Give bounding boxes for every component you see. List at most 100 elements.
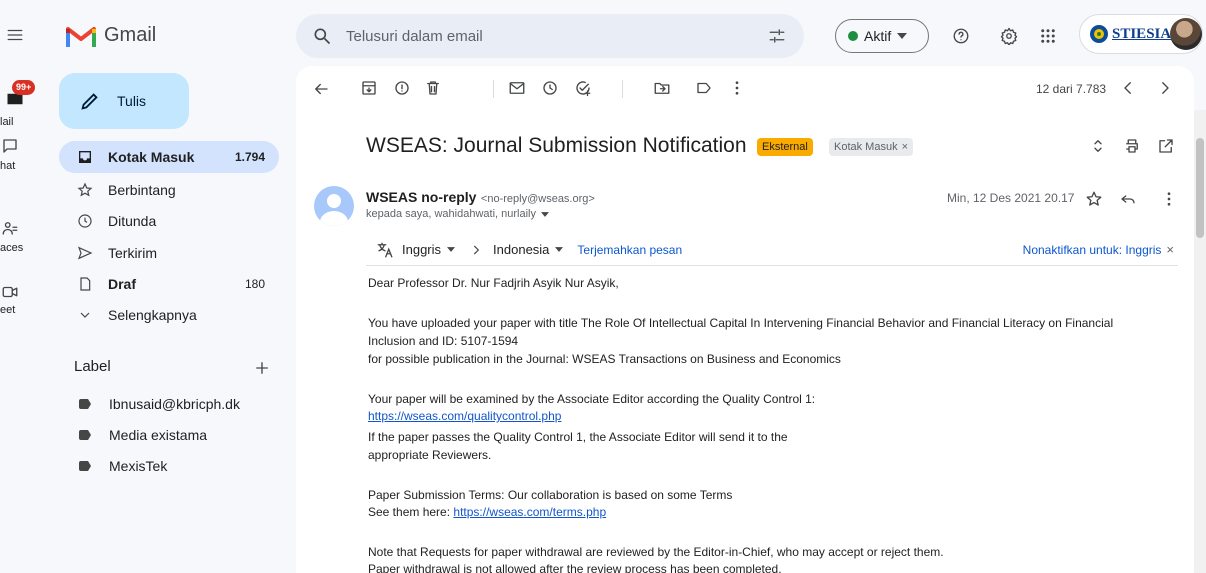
- pagination-text: 12 dari 7.783: [1036, 82, 1107, 96]
- rail-label-chat[interactable]: hat: [0, 160, 26, 172]
- avatar[interactable]: [1170, 18, 1202, 50]
- recipients: kepada saya, wahidahwati, nurlaily: [366, 208, 536, 220]
- meet-icon[interactable]: [0, 282, 20, 302]
- label-item[interactable]: MexisTek: [59, 450, 167, 482]
- rail-label-mail[interactable]: lail: [0, 116, 26, 128]
- spaces-icon[interactable]: [0, 218, 20, 238]
- print-icon[interactable]: [1123, 137, 1141, 155]
- rail-label-meet[interactable]: eet: [0, 304, 26, 316]
- chevron-right-icon[interactable]: [1156, 79, 1174, 97]
- scrollbar-thumb[interactable]: [1196, 138, 1204, 238]
- sender-avatar[interactable]: [314, 186, 354, 226]
- disable-translate-link[interactable]: Nonaktifkan untuk: Inggris: [1023, 243, 1162, 257]
- arrow-right-icon: [473, 245, 480, 254]
- nav-sent[interactable]: Terkirim: [59, 237, 279, 269]
- remove-label-icon[interactable]: ×: [902, 141, 908, 153]
- nav-count: 1.794: [234, 150, 265, 164]
- scrollbar[interactable]: [1194, 110, 1206, 573]
- help-icon[interactable]: [950, 25, 972, 47]
- source-language[interactable]: Inggris: [402, 242, 441, 257]
- body-line: Note that Requests for paper withdrawal …: [368, 545, 944, 559]
- reply-icon[interactable]: [1119, 190, 1137, 208]
- search-bar[interactable]: Telusuri dalam email: [296, 14, 804, 58]
- body-line: Your paper will be examined by the Assoc…: [368, 392, 816, 406]
- caret-down-icon: [897, 33, 908, 39]
- status-label: Aktif: [864, 28, 892, 44]
- snooze-clock-icon[interactable]: [540, 78, 560, 98]
- terms-prefix: See them here:: [368, 505, 454, 519]
- email-subject: WSEAS: Journal Submission Notification: [366, 134, 747, 157]
- more-options-icon[interactable]: [1160, 190, 1178, 208]
- account-name: STIESIA: [1112, 26, 1172, 42]
- translate-message-link[interactable]: Terjemahkan pesan: [577, 243, 682, 257]
- nav-label: Terkirim: [108, 245, 157, 261]
- main-menu-icon[interactable]: [4, 24, 26, 46]
- source-caret-icon: [447, 247, 456, 252]
- translate-bar: Inggris Indonesia Terjemahkan pesan Nona…: [366, 234, 1178, 266]
- external-chip: Eksternal: [757, 138, 813, 156]
- draft-icon: [80, 277, 91, 291]
- clock-icon: [78, 214, 92, 228]
- stiesia-logo-icon: [1090, 25, 1108, 43]
- chat-icon[interactable]: [0, 136, 20, 156]
- compose-label: Tulis: [117, 93, 147, 109]
- body-line: for possible publication in the Journal:…: [368, 352, 841, 366]
- inbox-label-chip[interactable]: Kotak Masuk ×: [829, 138, 914, 156]
- nav-starred[interactable]: Berbintang: [59, 174, 279, 206]
- translate-icon: [377, 242, 393, 257]
- open-new-window-icon[interactable]: [1157, 137, 1175, 155]
- label-tag-icon: [79, 430, 91, 440]
- chevron-left-icon[interactable]: [1119, 79, 1137, 97]
- move-to-icon[interactable]: [652, 78, 672, 98]
- archive-icon[interactable]: [359, 78, 379, 98]
- add-task-icon[interactable]: [573, 78, 593, 98]
- close-translate-icon[interactable]: ×: [1166, 242, 1174, 257]
- star-toggle-icon[interactable]: [1085, 190, 1103, 208]
- target-language[interactable]: Indonesia: [493, 242, 549, 257]
- label-item[interactable]: Media existama: [59, 419, 207, 451]
- inbox-chip-label: Kotak Masuk: [834, 141, 898, 153]
- trash-icon[interactable]: [423, 78, 443, 98]
- report-spam-icon[interactable]: [392, 78, 412, 98]
- labels-heading: Label: [74, 358, 111, 375]
- terms-link[interactable]: https://wseas.com/terms.php: [453, 505, 606, 519]
- nav-drafts[interactable]: Draf 180: [59, 268, 279, 300]
- recipients-line[interactable]: kepada saya, wahidahwati, nurlaily: [366, 208, 549, 220]
- nav-more[interactable]: Selengkapnya: [59, 299, 279, 331]
- add-label-icon[interactable]: [252, 358, 272, 378]
- avatar-head: [327, 194, 341, 208]
- search-options-icon[interactable]: [766, 25, 788, 47]
- body-line: You have uploaded your paper with title …: [368, 316, 1114, 330]
- label-tag-icon: [79, 461, 91, 471]
- mark-unread-icon[interactable]: [507, 78, 527, 98]
- compose-button[interactable]: Tulis: [59, 73, 189, 129]
- nav-count: 180: [244, 277, 265, 291]
- unread-badge: 99+: [12, 80, 36, 95]
- back-arrow-icon[interactable]: [310, 78, 332, 100]
- label-icon[interactable]: [694, 78, 714, 98]
- gmail-logo[interactable]: Gmail: [66, 24, 156, 47]
- target-caret-icon: [555, 247, 564, 252]
- quality-control-link[interactable]: https://wseas.com/qualitycontrol.php: [368, 407, 561, 425]
- search-placeholder: Telusuri dalam email: [346, 27, 483, 45]
- label-item-name: Ibnusaid@kbricph.dk: [109, 396, 240, 412]
- status-dropdown[interactable]: Aktif: [835, 19, 929, 53]
- nav-label: Selengkapnya: [108, 307, 197, 323]
- send-icon: [77, 246, 93, 260]
- account-switcher[interactable]: STIESIA: [1079, 14, 1203, 54]
- terms-line: See them here: https://wseas.com/terms.p…: [368, 503, 606, 521]
- label-item-name: MexisTek: [109, 458, 168, 474]
- nav-snoozed[interactable]: Ditunda: [59, 205, 279, 237]
- sender-name[interactable]: WSEAS no-reply: [366, 189, 476, 205]
- apps-grid-icon[interactable]: [1037, 25, 1059, 47]
- search-icon[interactable]: [312, 26, 332, 46]
- toolbar-divider: [622, 80, 623, 98]
- label-item[interactable]: Ibnusaid@kbricph.dk: [59, 388, 240, 420]
- sender-line: WSEAS no-reply <no-reply@wseas.org>: [366, 189, 595, 207]
- body-line: Paper Submission Terms: Our collaboratio…: [368, 488, 733, 502]
- nav-inbox[interactable]: Kotak Masuk 1.794: [59, 141, 279, 173]
- more-vert-icon[interactable]: [727, 78, 747, 98]
- settings-gear-icon[interactable]: [998, 25, 1020, 47]
- rail-label-spaces[interactable]: aces: [0, 242, 26, 254]
- expand-collapse-icon[interactable]: [1089, 137, 1107, 155]
